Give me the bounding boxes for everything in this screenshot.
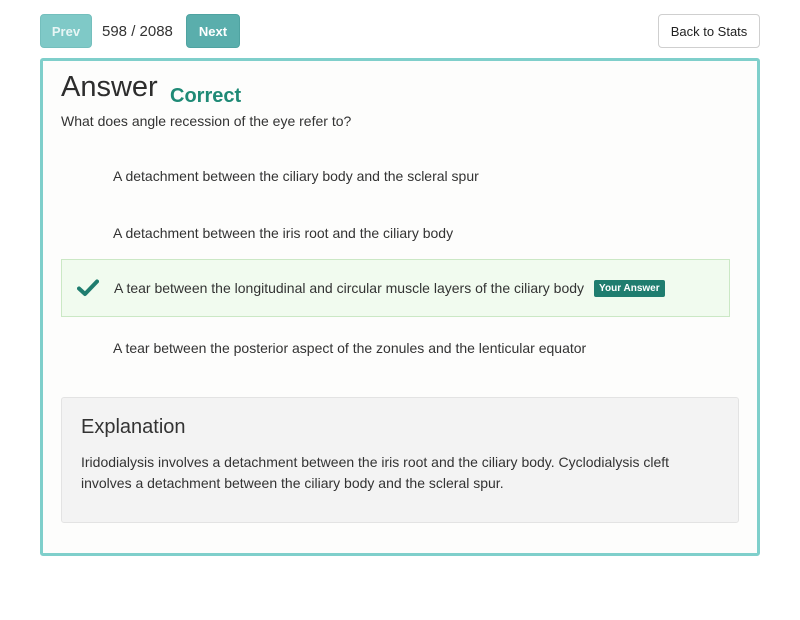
question-counter: 598 / 2088 [102, 22, 173, 40]
next-button[interactable]: Next [186, 14, 240, 48]
question-text: What does angle recession of the eye ref… [61, 113, 352, 129]
option-text: A detachment between the iris root and t… [113, 225, 454, 241]
answer-option[interactable]: A detachment between the ciliary body an… [61, 147, 730, 205]
quiz-navigation: Prev 598 / 2088 Next Back to Stats [40, 14, 760, 48]
explanation-panel: Explanation Iridodialysis involves a det… [61, 397, 739, 523]
check-icon [62, 259, 114, 317]
answer-option[interactable]: A tear between the posterior aspect of t… [61, 319, 730, 377]
option-text: A detachment between the ciliary body an… [113, 168, 479, 184]
option-text: A tear between the posterior aspect of t… [113, 340, 587, 356]
your-answer-badge: Your Answer [594, 279, 665, 297]
answer-option-selected[interactable]: A tear between the longitudinal and circ… [61, 259, 730, 317]
answer-card: Answer Correct What does angle recession… [40, 58, 760, 556]
result-label: Correct [170, 85, 242, 107]
explanation-heading: Explanation [81, 416, 186, 438]
option-text: A tear between the longitudinal and circ… [114, 280, 585, 296]
answer-option[interactable]: A detachment between the iris root and t… [61, 204, 730, 262]
prev-button[interactable]: Prev [40, 14, 92, 48]
answer-heading: Answer [61, 71, 158, 103]
explanation-text: Iridodialysis involves a detachment betw… [81, 454, 670, 491]
back-to-stats-button[interactable]: Back to Stats [658, 14, 760, 48]
